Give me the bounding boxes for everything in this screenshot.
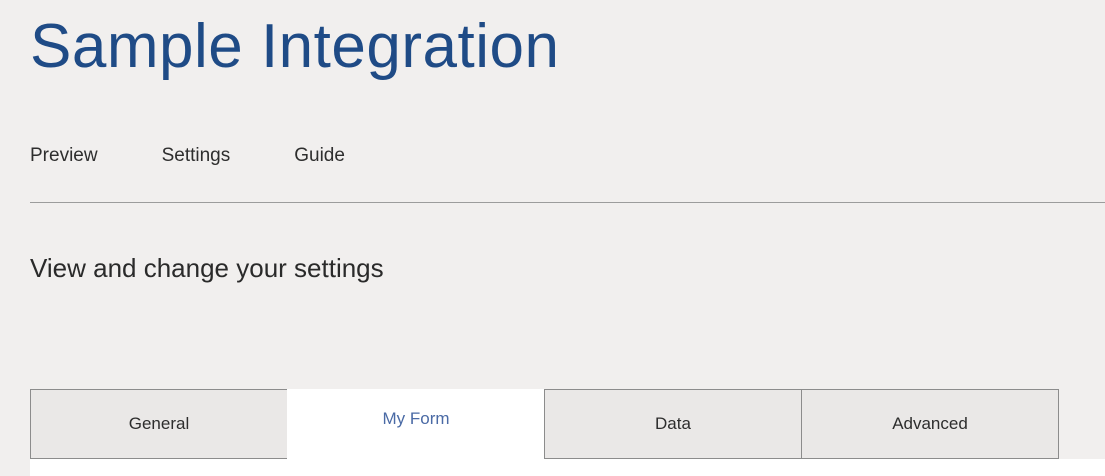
nav-link-preview[interactable]: Preview xyxy=(30,145,98,167)
tab-data-label: Data xyxy=(655,414,691,433)
tab-my-form[interactable]: My Form xyxy=(287,389,545,460)
tab-general[interactable]: General xyxy=(30,389,288,459)
tab-panel xyxy=(30,459,1105,476)
tab-advanced-label: Advanced xyxy=(892,414,968,433)
tab-data[interactable]: Data xyxy=(544,389,802,459)
top-nav: Preview Settings Guide xyxy=(30,145,345,167)
nav-divider xyxy=(30,202,1105,203)
page-subtitle: View and change your settings xyxy=(30,253,384,283)
tab-advanced[interactable]: Advanced xyxy=(801,389,1059,459)
nav-link-guide[interactable]: Guide xyxy=(294,145,345,167)
nav-link-settings[interactable]: Settings xyxy=(162,145,231,167)
page-title: Sample Integration xyxy=(30,12,560,81)
tab-my-form-label: My Form xyxy=(382,409,450,428)
tab-general-label: General xyxy=(128,414,190,433)
settings-tabs: General My Form Data Advanced xyxy=(30,389,1059,460)
